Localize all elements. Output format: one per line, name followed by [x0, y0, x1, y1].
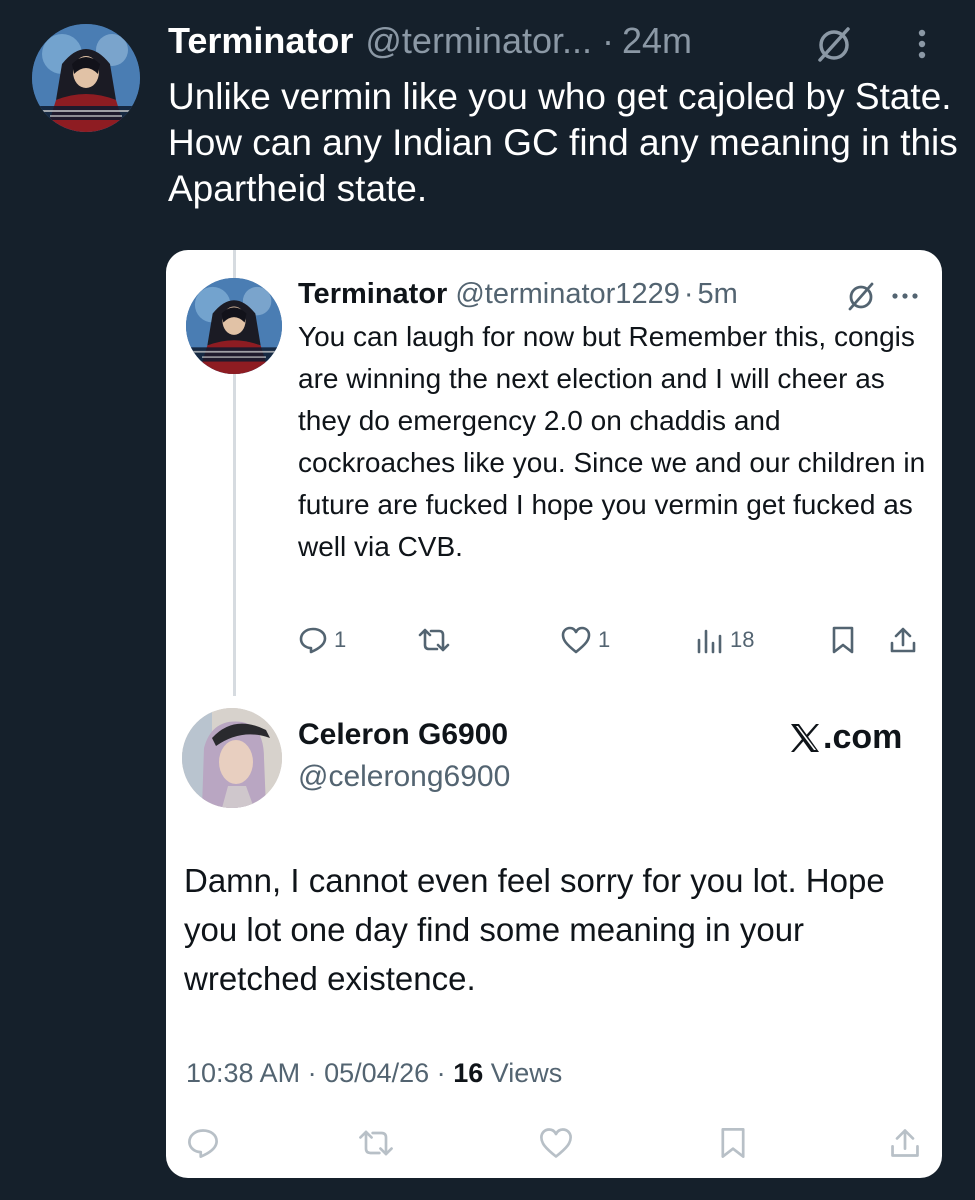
- bar-chart-icon: [697, 629, 722, 654]
- quoted-share-button[interactable]: [888, 1126, 922, 1165]
- quoted-author-handle[interactable]: @celerong6900: [298, 760, 510, 794]
- view-count: 18: [730, 627, 755, 652]
- more-dots-icon[interactable]: [908, 24, 936, 64]
- reply-tweet-header: Terminator @terminator1229 · 5m: [298, 276, 738, 312]
- avatar-photo: [182, 708, 282, 808]
- brand-domain: .com: [823, 718, 903, 756]
- reply-action-bar: 1 1 18: [298, 622, 928, 658]
- quoted-tweet-meta: 10:38 AM · 05/04/26 · 16 Views: [186, 1058, 562, 1089]
- heart-icon: [540, 1128, 572, 1158]
- x-brand-watermark: .com: [788, 718, 902, 757]
- reply-separator: ·: [683, 277, 694, 310]
- quoted-reply-button[interactable]: [186, 1126, 220, 1165]
- outer-separator: ·: [602, 20, 614, 61]
- outer-author-name[interactable]: Terminator: [168, 20, 353, 62]
- bookmark-icon: [832, 626, 854, 654]
- x-logo-icon: [791, 723, 819, 752]
- quoted-author-name[interactable]: Celeron G6900: [298, 718, 508, 752]
- share-button[interactable]: [888, 622, 918, 658]
- like-count: 1: [598, 627, 611, 652]
- outer-timestamp[interactable]: 24m: [622, 20, 692, 62]
- slash-circle-icon[interactable]: [844, 280, 878, 312]
- heart-icon: [561, 626, 591, 654]
- avatar-art: [186, 278, 282, 374]
- reply-button[interactable]: 1: [298, 622, 346, 658]
- reply-count: 1: [334, 627, 347, 652]
- avatar-art: [32, 24, 140, 132]
- outer-author-avatar[interactable]: [32, 24, 140, 132]
- quoted-repost-button[interactable]: [356, 1126, 396, 1165]
- reply-author-name[interactable]: Terminator: [298, 278, 447, 311]
- screenshot-card[interactable]: Terminator @terminator1229 · 5m You can …: [166, 250, 942, 1178]
- outer-tweet-text: Unlike vermin like you who get cajoled b…: [168, 76, 958, 209]
- reply-author-avatar[interactable]: [186, 278, 282, 374]
- reply-icon: [299, 627, 327, 654]
- reply-author-handle[interactable]: @terminator1229: [455, 278, 680, 311]
- share-icon: [891, 1129, 919, 1157]
- bookmark-button[interactable]: [828, 622, 858, 658]
- reply-timestamp[interactable]: 5m: [698, 278, 738, 311]
- slash-circle-icon[interactable]: [812, 24, 856, 64]
- quoted-timestamp[interactable]: 10:38 AM · 05/04/26 ·: [186, 1058, 446, 1088]
- repost-button[interactable]: [416, 622, 452, 658]
- quoted-bookmark-button[interactable]: [716, 1126, 750, 1165]
- reply-tweet-text: You can laugh for now but Remember this,…: [298, 321, 926, 562]
- repost-icon: [359, 1130, 393, 1156]
- more-dots-icon[interactable]: [888, 282, 922, 310]
- quoted-author-avatar[interactable]: [182, 708, 282, 808]
- quoted-views-label: Views: [490, 1058, 563, 1088]
- share-icon: [890, 627, 916, 653]
- views-button[interactable]: 18: [694, 622, 754, 658]
- quoted-view-count: 16: [453, 1058, 484, 1088]
- quoted-like-button[interactable]: [538, 1126, 574, 1165]
- outer-tweet-header: Terminator @terminator... · 24m: [168, 18, 692, 64]
- quoted-action-bar: [186, 1126, 926, 1166]
- repost-icon: [418, 628, 450, 652]
- like-button[interactable]: 1: [560, 622, 610, 658]
- outer-author-handle[interactable]: @terminator...: [365, 20, 592, 62]
- bookmark-icon: [721, 1128, 745, 1158]
- quoted-tweet-text: Damn, I cannot even feel sorry for you l…: [184, 862, 885, 997]
- reply-icon: [188, 1129, 218, 1158]
